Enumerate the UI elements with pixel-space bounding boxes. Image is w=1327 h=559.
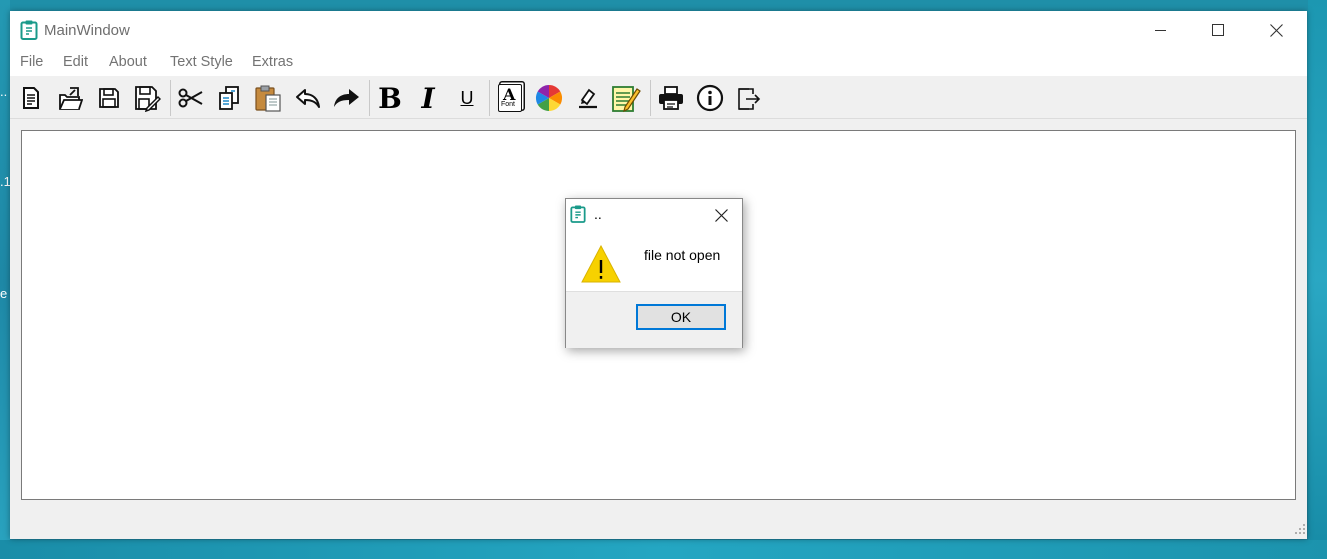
open-file-icon: [59, 87, 83, 110]
maximize-icon: [1212, 24, 1224, 36]
toolbar-separator: [489, 80, 490, 116]
exit-icon: [738, 88, 761, 110]
info-button[interactable]: [694, 82, 726, 114]
color-picker-button[interactable]: [533, 82, 565, 114]
desktop-label-fragment[interactable]: e: [0, 286, 7, 301]
warning-icon: [581, 244, 621, 283]
underline-icon: U: [460, 87, 474, 108]
desktop-background-bottom: [0, 540, 1327, 559]
minimize-button[interactable]: [1138, 11, 1184, 49]
minimize-icon: [1155, 30, 1166, 31]
font-button[interactable]: A Font: [494, 82, 526, 114]
edit-notes-icon: [612, 86, 641, 113]
clipboard-app-icon: [570, 205, 586, 223]
menu-about[interactable]: About: [109, 54, 147, 70]
menu-text-style[interactable]: Text Style: [170, 54, 233, 70]
italic-icon: I: [421, 81, 435, 115]
cut-button[interactable]: [175, 82, 207, 114]
close-icon: [1269, 23, 1283, 37]
dialog-message: file not open: [644, 247, 721, 263]
message-dialog: .. file not open OK: [565, 198, 743, 348]
toolbar-separator: [650, 80, 651, 116]
maximize-button[interactable]: [1195, 11, 1241, 49]
clipboard-app-icon: [20, 20, 38, 40]
redo-button[interactable]: [330, 82, 362, 114]
info-icon: [696, 84, 724, 112]
ok-button[interactable]: OK: [636, 304, 726, 330]
save-icon: [99, 88, 119, 108]
paste-icon: [255, 85, 281, 112]
toolbar-separator: [369, 80, 370, 116]
menu-file[interactable]: File: [20, 54, 43, 70]
paste-button[interactable]: [252, 82, 284, 114]
font-icon-caption: Font: [501, 101, 516, 108]
dialog-close-button[interactable]: [706, 205, 736, 225]
redo-icon: [334, 89, 359, 107]
print-button[interactable]: [655, 82, 687, 114]
new-file-icon: [23, 87, 39, 109]
close-button[interactable]: [1253, 11, 1299, 49]
save-button[interactable]: [93, 82, 125, 114]
save-as-button[interactable]: [131, 82, 163, 114]
undo-icon: [296, 89, 320, 108]
window-title: MainWindow: [44, 22, 130, 39]
copy-icon: [219, 86, 239, 110]
menu-edit[interactable]: Edit: [63, 54, 88, 70]
print-icon: [659, 86, 683, 110]
color-wheel-icon: [535, 84, 563, 112]
bold-button[interactable]: B: [374, 81, 406, 115]
font-icon: A Font: [498, 84, 522, 112]
dialog-title: ..: [594, 206, 602, 222]
resize-grip-icon[interactable]: [1294, 523, 1306, 535]
highlight-icon: [579, 88, 597, 109]
highlight-button[interactable]: [572, 82, 604, 114]
bold-icon: B: [378, 81, 402, 115]
save-as-icon: [135, 86, 161, 112]
notes-button[interactable]: [610, 82, 642, 114]
open-file-button[interactable]: [54, 82, 86, 114]
undo-button[interactable]: [292, 82, 324, 114]
title-bar[interactable]: MainWindow: [10, 11, 1307, 49]
desktop-label-fragment[interactable]: ..: [0, 84, 7, 99]
close-icon: [714, 208, 728, 222]
cut-icon: [178, 88, 203, 108]
new-file-button[interactable]: [15, 82, 47, 114]
copy-button[interactable]: [213, 82, 245, 114]
toolbar-separator: [170, 80, 171, 116]
menu-extras[interactable]: Extras: [252, 54, 293, 70]
desktop-background-right: [1308, 0, 1327, 559]
underline-button[interactable]: U: [451, 82, 483, 114]
toolbar: B I U A Font: [10, 76, 1307, 119]
italic-button[interactable]: I: [412, 81, 444, 115]
exit-button[interactable]: [732, 82, 764, 114]
